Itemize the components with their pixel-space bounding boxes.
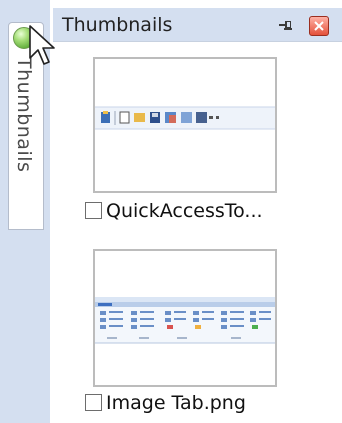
side-tab-label: Thumbnails <box>13 57 35 173</box>
item-label: Image Tab.png <box>106 392 246 414</box>
pin-icon[interactable] <box>278 17 296 35</box>
close-button[interactable] <box>309 16 329 36</box>
close-icon <box>314 21 324 31</box>
item-checkbox[interactable] <box>85 202 102 219</box>
thumbnail-image-tab[interactable] <box>93 249 277 387</box>
item-label: QuickAccessTo... <box>106 200 263 222</box>
panel-header: Thumbnails <box>53 8 342 42</box>
thumbnails-panel: Thumbnails QuickAccessTo... Image Tab.pn… <box>53 8 342 423</box>
ribbon-image-tab-preview <box>95 297 275 344</box>
quick-access-toolbar-preview <box>95 106 275 130</box>
panel-title: Thumbnails <box>62 14 173 36</box>
item-checkbox[interactable] <box>85 394 102 411</box>
thumbnail-quick-access-toolbar[interactable] <box>93 57 277 193</box>
mouse-cursor-icon <box>29 25 55 65</box>
